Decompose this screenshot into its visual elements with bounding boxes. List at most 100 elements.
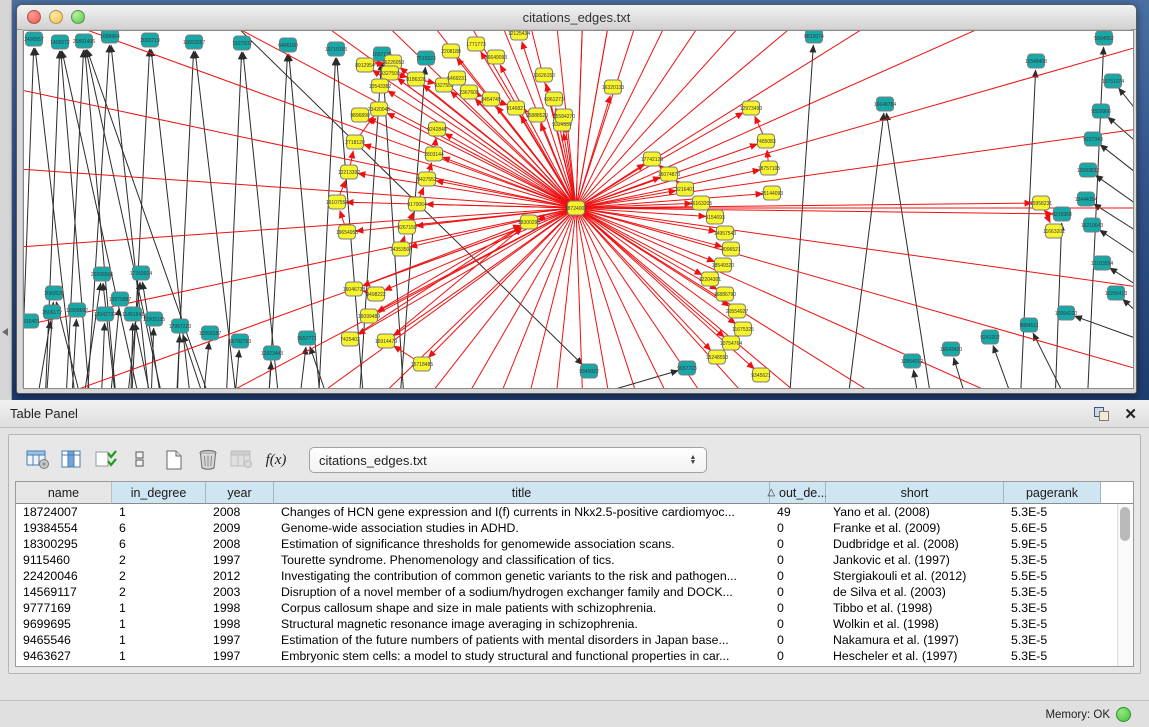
graph-node[interactable]: 11451541: [122, 307, 144, 321]
graph-node[interactable]: 9657723: [677, 361, 697, 375]
graph-node[interactable]: 20554927: [726, 304, 748, 318]
network-canvas[interactable]: 2490557140557220891406168996420937191065…: [23, 30, 1134, 389]
graph-node[interactable]: 8096521: [721, 242, 741, 256]
show-column-icon[interactable]: [57, 446, 87, 474]
table-cell[interactable]: 9463627: [16, 648, 112, 664]
graph-edge[interactable]: [576, 30, 1134, 208]
graph-node[interactable]: 1771773: [466, 37, 486, 51]
graph-node[interactable]: 15248553: [706, 350, 728, 364]
table-cell[interactable]: 2008: [206, 504, 274, 520]
table-cell[interactable]: 0: [770, 552, 826, 568]
graph-node[interactable]: 10719155: [325, 42, 347, 56]
graph-edge[interactable]: [576, 30, 1134, 208]
table-cell[interactable]: 9699695: [16, 616, 112, 632]
table-scrollbar-thumb[interactable]: [1120, 507, 1130, 541]
table-row[interactable]: 977716911998Corpus callosum shape and si…: [16, 600, 1118, 616]
graph-node[interactable]: 18300295: [518, 215, 540, 229]
table-cell[interactable]: 5.3E-5: [1004, 552, 1101, 568]
table-row[interactable]: 969969511998Structural magnetic resonanc…: [16, 616, 1118, 632]
table-cell[interactable]: Disruption of a novel member of a sodium…: [274, 584, 770, 600]
table-cell[interactable]: de Silva et al. (2003): [826, 584, 1004, 600]
graph-edge[interactable]: [23, 208, 576, 389]
table-cell[interactable]: Changes of HCN gene expression and I(f) …: [274, 504, 770, 520]
graph-edge[interactable]: [176, 335, 180, 389]
table-cell[interactable]: 49: [770, 504, 826, 520]
graph-node[interactable]: 1689964: [100, 30, 120, 43]
table-row[interactable]: 946362711997Embryonic stem cells: a mode…: [16, 648, 1118, 664]
graph-edge[interactable]: [576, 30, 1134, 208]
graph-node[interactable]: 9427552: [417, 172, 437, 186]
graph-node[interactable]: 9345621: [751, 368, 771, 382]
graph-node[interactable]: 3216401: [675, 182, 695, 196]
graph-node[interactable]: 15958231: [1030, 196, 1052, 210]
graph-node[interactable]: 16886790: [714, 287, 736, 301]
graph-node[interactable]: 16099489: [358, 309, 380, 323]
graph-node[interactable]: 16074873: [658, 167, 680, 181]
table-cell[interactable]: Nakamura et al. (1997): [826, 632, 1004, 648]
graph-node[interactable]: 8454749: [481, 92, 501, 106]
graph-node[interactable]: 9498222: [366, 287, 386, 301]
graph-node[interactable]: 7425402: [340, 332, 360, 346]
table-cell[interactable]: 1997: [206, 648, 274, 664]
graph-node[interactable]: 5904052: [1094, 31, 1114, 45]
graph-edge[interactable]: [151, 49, 194, 389]
graph-node[interactable]: 17359924: [130, 266, 152, 280]
table-row[interactable]: 1830029562008Estimation of significance …: [16, 536, 1118, 552]
graph-edge[interactable]: [100, 323, 105, 389]
graph-node[interactable]: 14957543: [714, 226, 736, 240]
graph-edge[interactable]: [85, 50, 119, 389]
graph-node[interactable]: 9241202: [980, 330, 1000, 344]
table-cell[interactable]: 2: [112, 568, 206, 584]
table-cell[interactable]: Estimation of the future numbers of pati…: [274, 632, 770, 648]
graph-edge[interactable]: [296, 347, 306, 389]
graph-node[interactable]: 12125434: [508, 30, 530, 40]
graph-node[interactable]: 9896890: [350, 108, 370, 122]
graph-node[interactable]: 2718120: [345, 135, 365, 149]
table-cell[interactable]: 6: [112, 536, 206, 552]
graph-hub-node[interactable]: 18724007: [565, 201, 587, 215]
graph-edge[interactable]: [310, 347, 336, 389]
graph-node[interactable]: 8813074: [804, 30, 824, 43]
table-cell[interactable]: 2: [112, 584, 206, 600]
graph-edge[interactable]: [23, 208, 576, 389]
graph-edge[interactable]: [1108, 117, 1134, 153]
delete-table-icon[interactable]: [193, 446, 223, 474]
graph-edge[interactable]: [914, 370, 924, 389]
table-cell[interactable]: 5.3E-5: [1004, 616, 1101, 632]
graph-node[interactable]: 17957223: [169, 319, 191, 333]
graph-node[interactable]: 11663201: [1043, 224, 1065, 238]
graph-edge[interactable]: [1100, 145, 1134, 183]
graph-node[interactable]: 16163205: [690, 196, 712, 210]
float-window-icon[interactable]: [1094, 407, 1110, 421]
graph-edge[interactable]: [23, 208, 576, 389]
graph-edge[interactable]: [183, 335, 212, 389]
table-cell[interactable]: 5.9E-5: [1004, 536, 1101, 552]
table-row[interactable]: 1456911722003Disruption of a novel membe…: [16, 584, 1118, 600]
graph-node[interactable]: 16320133: [602, 80, 624, 94]
table-cell[interactable]: Wolkin et al. (1998): [826, 616, 1004, 632]
graph-node[interactable]: 20891406: [73, 34, 95, 48]
graph-node[interactable]: 16643420: [940, 342, 962, 356]
graph-node[interactable]: 10653267: [183, 35, 205, 49]
table-cell[interactable]: 1997: [206, 632, 274, 648]
table-cell[interactable]: 19384554: [16, 520, 112, 536]
table-cell[interactable]: Stergiakouli et al. (2012): [826, 568, 1004, 584]
table-cell[interactable]: 14569117: [16, 584, 112, 600]
graph-node[interactable]: 2367608: [459, 85, 479, 99]
graph-edge[interactable]: [1095, 175, 1134, 213]
table-cell[interactable]: 2: [112, 552, 206, 568]
table-cell[interactable]: Yano et al. (2008): [826, 504, 1004, 520]
graph-node[interactable]: 6961273: [544, 92, 564, 106]
graph-edge[interactable]: [576, 30, 621, 208]
rows-icon[interactable]: [125, 446, 155, 474]
graph-edge[interactable]: [576, 30, 1134, 208]
graph-node[interactable]: 7515523: [416, 51, 436, 65]
table-cell[interactable]: 5.3E-5: [1004, 632, 1101, 648]
table-cell[interactable]: 6: [112, 520, 206, 536]
table-cell[interactable]: 5.3E-5: [1004, 584, 1101, 600]
graph-node[interactable]: 12204301: [699, 272, 721, 286]
graph-node[interactable]: 5469231: [447, 71, 467, 85]
graph-node[interactable]: 10266413: [1105, 286, 1127, 300]
network-window-titlebar[interactable]: citations_edges.txt: [17, 5, 1136, 30]
graph-node[interactable]: 9267150: [397, 220, 417, 234]
